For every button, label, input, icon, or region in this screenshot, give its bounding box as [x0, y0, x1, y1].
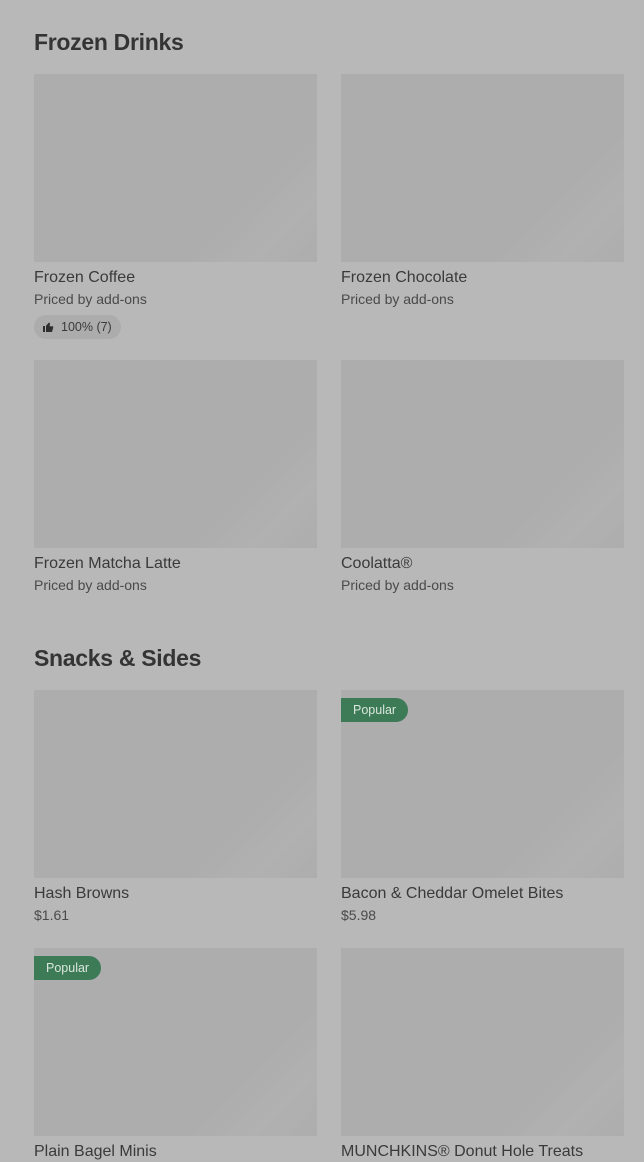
- item-image[interactable]: [34, 690, 317, 878]
- section-title: Frozen Drinks: [34, 29, 184, 55]
- item-price: $1.61: [34, 907, 70, 923]
- item-price: Priced by add-ons: [341, 291, 454, 307]
- item-card-frozen-chocolate[interactable]: Frozen Chocolate Priced by add-ons: [341, 74, 624, 308]
- item-image[interactable]: [34, 74, 317, 262]
- item-price: Priced by add-ons: [341, 577, 454, 593]
- item-image[interactable]: [341, 74, 624, 262]
- item-name: Plain Bagel Minis: [34, 1143, 157, 1160]
- item-image[interactable]: Popular: [34, 948, 317, 1136]
- item-image[interactable]: Popular: [341, 690, 624, 878]
- item-card-plain-bagel-minis[interactable]: Popular Plain Bagel Minis: [34, 948, 317, 1162]
- popular-badge: Popular: [341, 698, 409, 722]
- item-name: MUNCHKINS® Donut Hole Treats: [341, 1143, 584, 1160]
- item-name: Bacon & Cheddar Omelet Bites: [341, 885, 564, 902]
- item-price: Priced by add-ons: [34, 291, 147, 307]
- item-price: Priced by add-ons: [34, 577, 147, 593]
- item-image[interactable]: [341, 948, 624, 1136]
- item-card-coolatta[interactable]: Coolatta® Priced by add-ons: [341, 360, 624, 594]
- item-card-munchkins[interactable]: MUNCHKINS® Donut Hole Treats: [341, 948, 624, 1162]
- item-card-hash-browns[interactable]: Hash Browns $1.61: [34, 690, 317, 924]
- item-name: Frozen Chocolate: [341, 269, 468, 286]
- rating-badge: 100% (7): [34, 315, 121, 339]
- popular-badge: Popular: [34, 956, 102, 980]
- item-card-bacon-cheddar-omelet-bites[interactable]: Popular Bacon & Cheddar Omelet Bites $5.…: [341, 690, 624, 924]
- item-price: $5.98: [341, 907, 377, 923]
- thumbs-up-icon: [43, 322, 54, 332]
- item-name: Frozen Coffee: [34, 269, 136, 286]
- item-card-frozen-coffee[interactable]: Frozen Coffee Priced by add-ons 100% (7): [34, 74, 317, 339]
- rating-text: 100% (7): [61, 320, 112, 334]
- item-name: Coolatta®: [341, 555, 413, 572]
- section-title: Snacks & Sides: [34, 645, 202, 671]
- item-image[interactable]: [341, 360, 624, 548]
- item-name: Hash Browns: [34, 885, 130, 902]
- item-name: Frozen Matcha Latte: [34, 555, 181, 572]
- item-image[interactable]: [34, 360, 317, 548]
- item-card-frozen-matcha-latte[interactable]: Frozen Matcha Latte Priced by add-ons: [34, 360, 317, 594]
